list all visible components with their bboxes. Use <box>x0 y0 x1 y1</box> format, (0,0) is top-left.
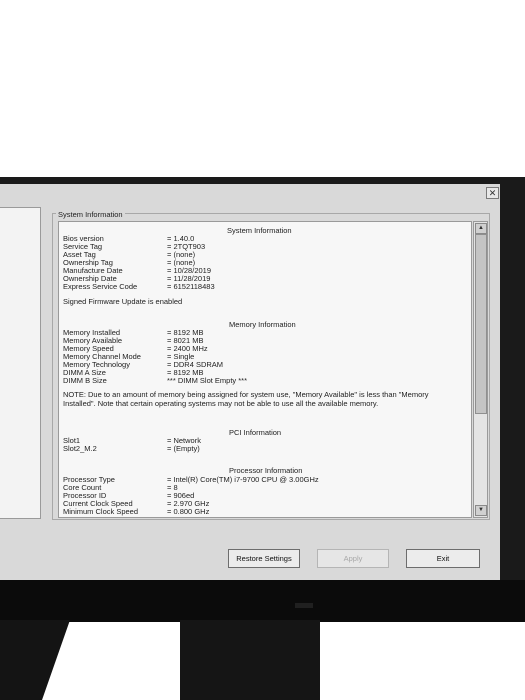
processor-info-value: = Intel(R) Core(TM) i7-9700 CPU @ 3.00GH… <box>167 475 319 484</box>
scroll-down-arrow-icon[interactable]: ▼ <box>475 505 487 516</box>
processor-info-value: = 0.800 GHz <box>167 507 210 516</box>
group-title: System Information <box>56 210 125 219</box>
section-title-memory: Memory Information <box>229 320 296 329</box>
system-info-label: Express Service Code <box>63 282 138 291</box>
scroll-up-arrow-icon[interactable]: ▲ <box>475 223 487 234</box>
section-title-pci: PCI Information <box>229 428 282 437</box>
navigation-tree-pane[interactable] <box>0 207 41 519</box>
monitor-chin <box>0 580 525 622</box>
close-icon[interactable]: ✕ <box>486 187 499 199</box>
monitor-logo <box>295 603 313 608</box>
memory-note: NOTE: Due to an amount of memory being a… <box>63 390 429 408</box>
memory-info-label: DIMM B Size <box>63 376 107 385</box>
pci-info-label: Slot2_M.2 <box>63 444 97 453</box>
restore-settings-button[interactable]: Restore Settings <box>228 549 300 568</box>
section-title-processor: Processor Information <box>229 466 303 475</box>
section-title-system: System Information <box>227 226 292 235</box>
pci-info-value: = (Empty) <box>167 444 200 453</box>
vertical-scrollbar[interactable]: ▲ ▼ <box>473 221 488 518</box>
system-information-content: System Information Bios version = 1.40.0 S… <box>58 221 472 518</box>
monitor-bezel-right <box>500 177 525 597</box>
monitor-stand-foot <box>0 620 70 700</box>
scrollbar-thumb[interactable] <box>475 234 487 414</box>
monitor-stand-neck <box>180 620 320 700</box>
processor-info-label: Minimum Clock Speed <box>63 507 139 516</box>
system-info-value: = 6152118483 <box>167 282 215 291</box>
exit-button[interactable]: Exit <box>406 549 480 568</box>
memory-info-value: *** DIMM Slot Empty *** <box>167 376 248 385</box>
apply-button[interactable]: Apply <box>317 549 389 568</box>
